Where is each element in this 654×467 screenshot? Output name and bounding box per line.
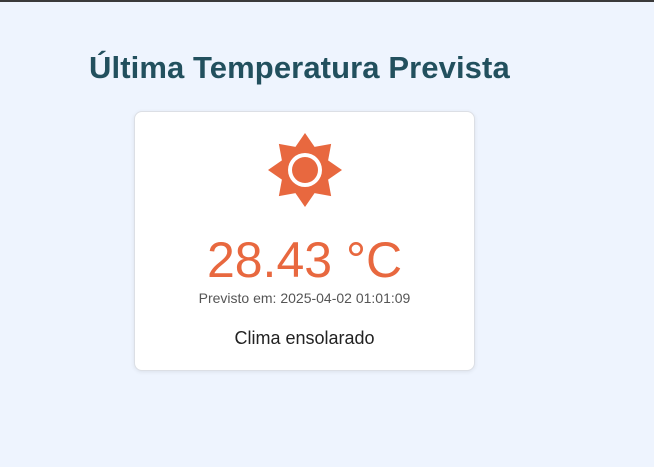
forecast-time: 2025-04-02 01:01:09 [280, 290, 411, 306]
weather-condition: Clima ensolarado [234, 328, 375, 348]
page-title: Última Temperatura Prevista [89, 50, 510, 85]
top-border [0, 0, 654, 2]
forecast-label: Previsto em: [198, 290, 277, 306]
weather-card: 28.43 °C Previsto em: 2025-04-02 01:01:0… [134, 111, 475, 371]
sun-icon [267, 132, 343, 208]
temperature-value: 28.43 °C [206, 232, 403, 288]
forecast-timestamp: Previsto em: 2025-04-02 01:01:09 [135, 290, 474, 306]
